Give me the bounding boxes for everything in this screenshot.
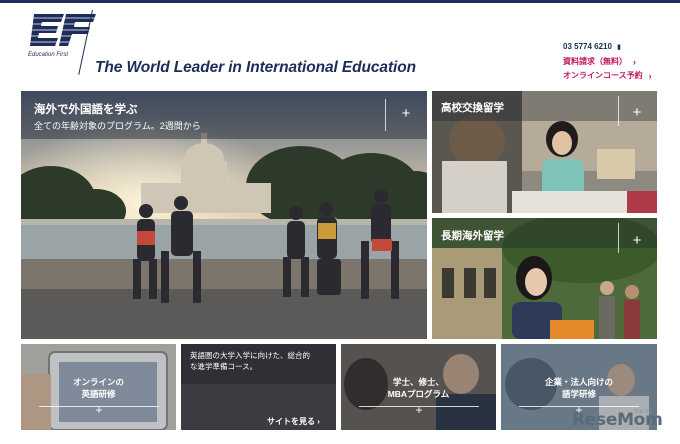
tile-degree-programs[interactable]: 学士、修士、 MBAプログラム + xyxy=(341,344,496,430)
logo-subtitle: Education First xyxy=(28,52,69,58)
plus-icon[interactable]: + xyxy=(629,233,645,249)
tile-online-english[interactable]: オンラインの 英語研修 + xyxy=(21,344,176,430)
tile-longterm-title: 長期海外留学 xyxy=(441,230,504,242)
resemom-watermark-sub: リセマム xyxy=(634,409,655,415)
page-tagline: The World Leader in International Educat… xyxy=(95,59,416,76)
phone-icon: ▮ xyxy=(617,44,622,51)
phone-number: 03 5774 6210 ▮ xyxy=(563,42,622,51)
chevron-right-icon: › xyxy=(633,57,636,67)
tile-degree-title: 学士、修士、 MBAプログラム xyxy=(387,377,450,399)
visit-site-link[interactable]: サイトを見る › xyxy=(267,416,320,427)
tile-prep-text: 英語圏の大学入学に向けた、総合的 な進学準備コース。 xyxy=(190,351,310,371)
brochure-link[interactable]: 資料請求（無料） › xyxy=(563,55,652,69)
tile-separator xyxy=(385,99,386,131)
plus-icon[interactable]: + xyxy=(398,106,414,122)
tile-separator xyxy=(618,96,619,126)
plus-icon[interactable]: + xyxy=(91,402,107,418)
plus-icon[interactable]: + xyxy=(411,402,427,418)
top-bar xyxy=(0,0,680,3)
chevron-right-icon: › xyxy=(648,71,652,81)
tile-high-school-exchange[interactable]: 高校交換留学 + xyxy=(432,91,657,213)
online-course-link[interactable]: オンラインコース予約 › xyxy=(563,69,652,83)
tile-university-prep[interactable]: 英語圏の大学入学に向けた、総合的 な進学準備コース。 サイトを見る › xyxy=(181,344,336,430)
tile-exchange-title: 高校交換留学 xyxy=(441,102,504,114)
plus-icon[interactable]: + xyxy=(629,105,645,121)
tile-corporate-title: 企業・法人向けの 語学研修 xyxy=(544,377,613,399)
tile-separator xyxy=(618,223,619,253)
tile-long-term-study[interactable]: 長期海外留学 + xyxy=(432,218,657,339)
tile-online-title: オンラインの 英語研修 xyxy=(72,377,124,399)
tile-language-subtitle: 全ての年齢対象のプログラム。2週間から xyxy=(34,121,201,131)
tile-language-title: 海外で外国語を学ぶ xyxy=(34,104,138,116)
tile-language-study[interactable]: 海外で外国語を学ぶ 全ての年齢対象のプログラム。2週間から + xyxy=(21,91,427,339)
contact-block: 03 5774 6210 ▮ 資料請求（無料） › オンラインコース予約 › xyxy=(563,40,652,83)
chevron-right-icon: › xyxy=(317,417,320,426)
